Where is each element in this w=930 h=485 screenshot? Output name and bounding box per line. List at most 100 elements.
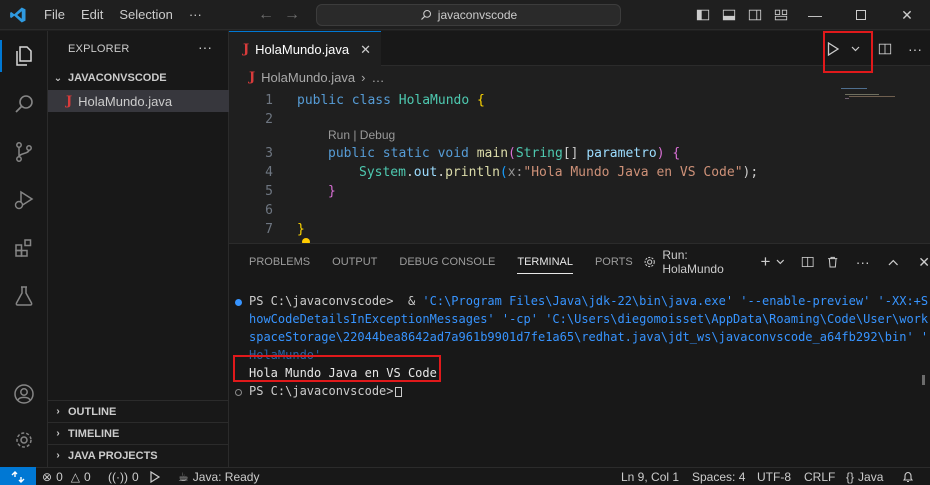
- close-window-icon[interactable]: ✕: [884, 0, 930, 30]
- run-debug-codelens[interactable]: Run | Debug: [328, 128, 395, 142]
- line-number: 5: [265, 184, 273, 199]
- ports-indicator[interactable]: ((·)) 0: [108, 468, 139, 485]
- menu-edit[interactable]: Edit: [73, 0, 111, 30]
- terminal-line-1: PS C:\javaconvscode> & 'C:\Program Files…: [249, 294, 929, 308]
- minimize-icon[interactable]: —: [792, 0, 838, 30]
- line-number: 1: [265, 93, 273, 108]
- output-highlight-box: [233, 355, 441, 382]
- line-number: 7: [265, 222, 273, 237]
- tab-terminal[interactable]: TERMINAL: [517, 244, 573, 280]
- problems-indicator[interactable]: ⊗ 0 △ 0: [42, 468, 91, 485]
- settings-gear-icon[interactable]: [0, 420, 48, 460]
- status-bar: ⊗ 0 △ 0 ((·)) 0 ☕ Java: Ready Ln 9, Col …: [0, 467, 930, 485]
- error-icon: ⊗: [42, 470, 53, 484]
- forward-arrow-icon[interactable]: →: [284, 6, 300, 24]
- folder-name: JAVACONVSCODE: [68, 72, 167, 84]
- chevron-right-icon: ›: [361, 70, 366, 85]
- split-terminal-icon[interactable]: [801, 255, 814, 269]
- sidebar-title: EXPLORER: [68, 43, 130, 55]
- code-line-1: public class HolaMundo {: [297, 93, 485, 108]
- folder-header[interactable]: ⌄ JAVACONVSCODE: [48, 67, 229, 89]
- warning-icon: △: [70, 470, 80, 484]
- tab-holamundo[interactable]: J HolaMundo.java ✕: [229, 31, 381, 66]
- testing-flask-icon[interactable]: [0, 276, 48, 316]
- run-java-icon[interactable]: [820, 41, 846, 56]
- toggle-panel-icon[interactable]: [716, 8, 742, 22]
- section-java-projects-label: JAVA PROJECTS: [68, 449, 158, 462]
- back-arrow-icon[interactable]: ←: [258, 6, 274, 24]
- line-endings[interactable]: CRLF: [804, 468, 835, 485]
- window-controls: — ✕: [792, 0, 930, 30]
- explorer-icon[interactable]: [0, 36, 48, 76]
- cursor-position[interactable]: Ln 9, Col 1: [621, 468, 679, 485]
- java-status[interactable]: ☕ Java: Ready: [178, 468, 259, 485]
- notifications-bell-icon[interactable]: [902, 468, 914, 485]
- terminal-scrollbar[interactable]: [922, 375, 925, 385]
- extensions-icon[interactable]: [0, 228, 48, 268]
- editor-actions: ···: [820, 31, 930, 66]
- command-pending-dot-icon[interactable]: [235, 389, 242, 396]
- terminal-prompt-line: PS C:\javaconvscode>: [249, 384, 394, 398]
- section-java-projects[interactable]: › JAVA PROJECTS: [48, 444, 229, 466]
- panel-more-icon[interactable]: ···: [856, 254, 870, 270]
- java-status-label: Java: Ready: [192, 470, 260, 484]
- terminal-gear-icon: [644, 256, 655, 268]
- error-count: 0: [56, 470, 63, 484]
- sidebar-more-icon[interactable]: ···: [198, 39, 212, 55]
- section-outline[interactable]: › OUTLINE: [48, 400, 229, 422]
- menu-more[interactable]: ···: [181, 0, 210, 30]
- vscode-logo-icon[interactable]: [0, 0, 36, 30]
- tab-problems[interactable]: PROBLEMS: [249, 244, 310, 280]
- tab-ports[interactable]: PORTS: [595, 244, 633, 280]
- tab-debug-console[interactable]: DEBUG CONSOLE: [399, 244, 495, 280]
- run-and-debug-icon[interactable]: [0, 180, 48, 220]
- line-number: 2: [265, 112, 273, 127]
- menu-selection[interactable]: Selection: [111, 0, 180, 30]
- terminal-instance-label[interactable]: Run: HolaMundo: [662, 248, 748, 276]
- trash-icon[interactable]: [826, 255, 839, 269]
- breadcrumb-rest[interactable]: …: [371, 70, 384, 85]
- terminal-cursor: [395, 387, 402, 397]
- customize-layout-icon[interactable]: [768, 8, 794, 22]
- split-editor-icon[interactable]: [870, 42, 900, 56]
- toggle-primary-sidebar-icon[interactable]: [690, 8, 716, 22]
- code-line-3: public static void main(String[] paramet…: [328, 146, 681, 161]
- coffee-icon: ☕: [178, 470, 189, 484]
- close-panel-icon[interactable]: ✕: [918, 254, 930, 271]
- language-mode[interactable]: {} Java: [846, 468, 883, 485]
- search-view-icon[interactable]: [0, 84, 48, 124]
- broadcast-icon: ((·)): [108, 470, 128, 484]
- chevron-down-icon[interactable]: [776, 259, 785, 265]
- run-dropdown-chevron-icon[interactable]: [846, 46, 864, 52]
- line-number: 4: [265, 165, 273, 180]
- terminal-line-2: howCodeDetailsInExceptionMessages' '-cp'…: [249, 312, 929, 326]
- tab-output[interactable]: OUTPUT: [332, 244, 377, 280]
- new-terminal-plus-icon[interactable]: +: [760, 252, 770, 272]
- source-control-icon[interactable]: [0, 132, 48, 172]
- encoding[interactable]: UTF-8: [757, 468, 791, 485]
- chevron-right-icon: ›: [56, 450, 60, 461]
- menu-file[interactable]: File: [36, 0, 73, 30]
- layout-controls: [690, 0, 794, 30]
- minimap[interactable]: [841, 86, 911, 106]
- search-icon: [420, 9, 431, 20]
- accounts-icon[interactable]: [0, 374, 48, 414]
- toggle-secondary-sidebar-icon[interactable]: [742, 8, 768, 22]
- activity-bar: [0, 31, 48, 467]
- section-timeline[interactable]: › TIMELINE: [48, 422, 229, 444]
- command-success-dot-icon[interactable]: [235, 299, 242, 306]
- maximize-panel-chevron-up-icon[interactable]: [888, 259, 899, 266]
- close-tab-icon[interactable]: ✕: [360, 42, 371, 58]
- remote-indicator-icon[interactable]: [0, 467, 36, 485]
- chevron-down-icon: ⌄: [53, 72, 63, 84]
- language-label: Java: [858, 470, 884, 484]
- java-file-icon: J: [249, 70, 256, 85]
- indentation[interactable]: Spaces: 4: [692, 468, 745, 485]
- breadcrumb-file[interactable]: HolaMundo.java: [261, 70, 355, 85]
- editor-more-icon[interactable]: ···: [900, 41, 930, 57]
- maximize-icon[interactable]: [838, 0, 884, 30]
- bottom-panel: PROBLEMS OUTPUT DEBUG CONSOLE TERMINAL P…: [229, 243, 930, 467]
- command-center-search[interactable]: javaconvscode: [316, 4, 621, 26]
- file-item-holamundo[interactable]: J HolaMundo.java: [48, 90, 229, 112]
- debug-status-icon[interactable]: [147, 468, 161, 485]
